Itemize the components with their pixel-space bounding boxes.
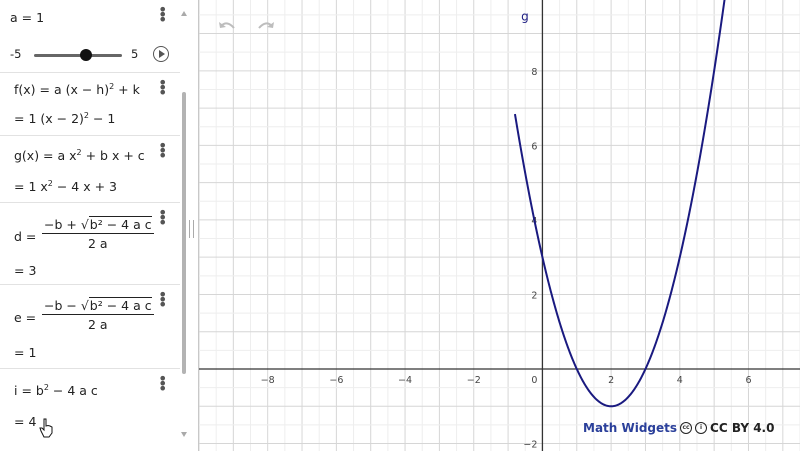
algebra-row-g[interactable]: g(x) = a x2 + b x + c • • • = 1 x2 − 4 x +… xyxy=(0,136,180,203)
graphics-view[interactable]: −8 −6 −4 −2 0 2 4 6 8 6 4 2 −2 g xyxy=(199,0,800,451)
undo-icon[interactable] xyxy=(217,20,237,34)
curve-label-g[interactable]: g xyxy=(521,10,529,24)
x-tick-label: −2 xyxy=(467,375,481,386)
y-tick-label: −2 xyxy=(523,440,537,451)
slider-row-a[interactable]: a = 1 • • • -5 5 xyxy=(0,0,180,73)
e-value: = 1 xyxy=(14,345,37,360)
grid xyxy=(199,0,800,451)
algebra-row-i[interactable]: i = b2 − 4 a c • • • = 4 xyxy=(0,369,180,451)
d-label: d = xyxy=(14,229,37,244)
watermark-brand: Math Widgets xyxy=(583,421,678,435)
slider-label: a = 1 xyxy=(10,10,45,25)
e-fraction: −b − √b² − 4 a c 2 a xyxy=(42,297,154,332)
by-icon: i xyxy=(695,422,708,434)
algebra-panel: a = 1 • • • -5 5 f(x) = a (x − h)2 + k • • •… xyxy=(0,0,199,451)
x-tick-label: −8 xyxy=(261,375,275,386)
x-tick-label: −6 xyxy=(329,375,343,386)
g-definition: g(x) = a x2 + b x + c xyxy=(14,148,145,164)
e-label: e = xyxy=(14,310,37,325)
play-icon[interactable] xyxy=(153,46,169,62)
y-tick-label: 2 xyxy=(531,290,537,301)
x-tick-label: 2 xyxy=(608,375,614,386)
x-tick-label: 0 xyxy=(531,375,537,386)
algebra-row-e[interactable]: e = −b − √b² − 4 a c 2 a • • • = 1 xyxy=(0,285,180,369)
x-tick-label: 6 xyxy=(745,375,751,386)
d-fraction: −b + √b² − 4 a c 2 a xyxy=(42,216,154,251)
algebra-row-d[interactable]: d = −b + √b² − 4 a c 2 a • • • = 3 xyxy=(0,203,180,285)
hand-cursor-icon xyxy=(39,418,53,438)
kebab-menu-icon[interactable]: • • • xyxy=(158,205,167,231)
d-value: = 3 xyxy=(14,263,37,278)
axes xyxy=(199,0,800,451)
scrollbar[interactable] xyxy=(182,92,186,374)
algebra-row-f[interactable]: f(x) = a (x − h)2 + k • • • = 1 (x − 2)2 −… xyxy=(0,73,180,136)
y-tick-label: 6 xyxy=(531,141,537,152)
watermark: Math Widgets cc i CC BY 4.0 xyxy=(583,419,774,437)
x-tick-label: 4 xyxy=(677,375,683,386)
slider-track[interactable] xyxy=(34,54,122,57)
y-tick-label: 8 xyxy=(531,67,537,78)
redo-icon[interactable] xyxy=(256,20,276,34)
scroll-up-icon[interactable] xyxy=(181,11,187,16)
kebab-menu-icon[interactable]: • • • xyxy=(158,371,167,397)
cc-icon: cc xyxy=(680,422,693,434)
i-value: = 4 xyxy=(14,414,37,429)
f-definition: f(x) = a (x − h)2 + k xyxy=(14,82,140,98)
kebab-menu-icon[interactable]: • • • xyxy=(158,75,167,101)
slider-max: 5 xyxy=(131,47,139,61)
slider-min: -5 xyxy=(10,47,22,61)
x-tick-label: −4 xyxy=(398,375,412,386)
graph-g-curve[interactable] xyxy=(513,0,727,408)
g-value: = 1 x2 − 4 x + 3 xyxy=(14,179,117,195)
watermark-license: CC BY 4.0 xyxy=(710,421,775,435)
kebab-menu-icon[interactable]: • • • xyxy=(158,287,167,313)
slider-thumb[interactable] xyxy=(80,49,92,61)
kebab-menu-icon[interactable]: • • • xyxy=(158,2,167,28)
scroll-down-icon[interactable] xyxy=(181,432,187,437)
x-tick-labels: −8 −6 −4 −2 0 2 4 6 xyxy=(261,375,752,386)
i-definition: i = b2 − 4 a c xyxy=(14,383,98,399)
f-value: = 1 (x − 2)2 − 1 xyxy=(14,111,116,127)
kebab-menu-icon[interactable]: • • • xyxy=(158,138,167,164)
panel-resize-handle[interactable] xyxy=(189,220,194,238)
